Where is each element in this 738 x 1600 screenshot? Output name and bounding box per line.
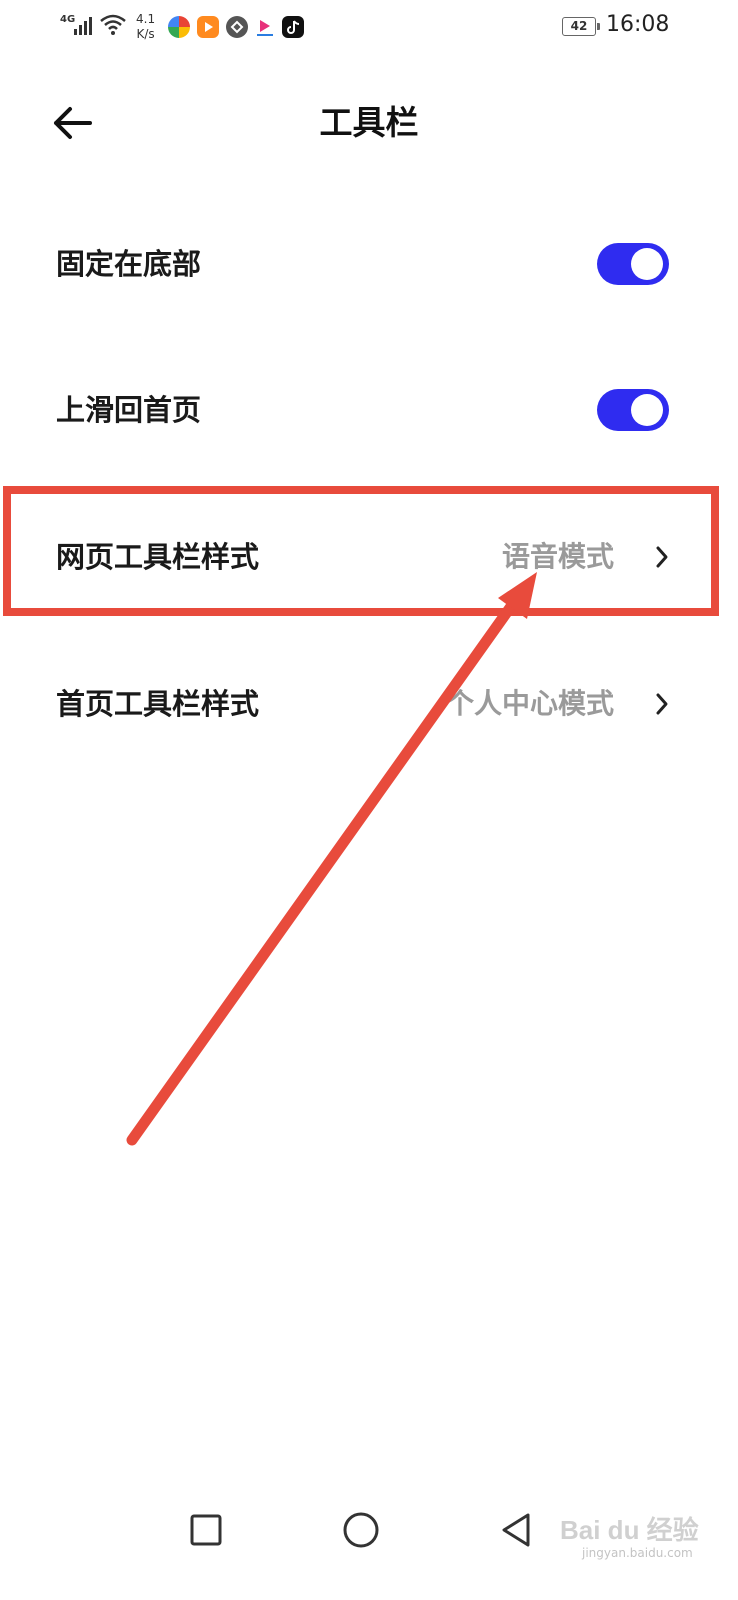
network-type: 4G [60,14,76,25]
watermark-brand: Bai du 经验 [560,1515,699,1545]
setting-label: 固定在底部 [56,247,202,281]
triangle-back-icon [502,1513,530,1547]
setting-label: 网页工具栏样式 [56,540,260,574]
wifi-icon [100,14,126,35]
battery-icon: 42 [562,17,600,36]
setting-value: 语音模式 [501,540,614,573]
setting-home-toolbar-style[interactable]: 首页工具栏样式 个人中心模式 [0,644,738,764]
toggle-knob [631,394,663,426]
setting-webpage-toolbar-style[interactable]: 网页工具栏样式 语音模式 [0,497,738,617]
pin-bottom-toggle[interactable] [597,243,669,285]
circle-icon [343,1512,379,1548]
network-speed: 4.1 K/s [136,12,155,42]
setting-value: 个人中心模式 [445,687,614,720]
recents-button[interactable] [178,1502,234,1558]
square-icon [190,1514,222,1546]
video-app-icon [197,16,219,38]
speed-value: 4.1 [136,12,156,26]
speed-unit: K/s [136,27,155,41]
app-notification-icon [168,16,190,38]
setting-label: 首页工具栏样式 [56,687,260,721]
youku-app-icon [254,16,276,38]
toggle-knob [631,248,663,280]
tiktok-app-icon [282,16,304,38]
setting-pin-bottom[interactable]: 固定在底部 [0,204,738,324]
home-button[interactable] [333,1502,389,1558]
swipe-home-toggle[interactable] [597,389,669,431]
setting-swipe-home[interactable]: 上滑回首页 [0,350,738,470]
clock: 16:08 [606,12,670,37]
setting-label: 上滑回首页 [56,393,202,427]
chevron-right-icon [656,546,668,568]
back-nav-button[interactable] [488,1502,544,1558]
signal-icon [74,17,92,35]
status-bar: 4G 4.1 K/s 42 16:08 [0,0,738,56]
watermark-site: jingyan.baidu.com [582,1546,693,1560]
chevron-right-icon [656,693,668,715]
browser-app-icon [226,16,248,38]
page-title: 工具栏 [319,103,419,142]
